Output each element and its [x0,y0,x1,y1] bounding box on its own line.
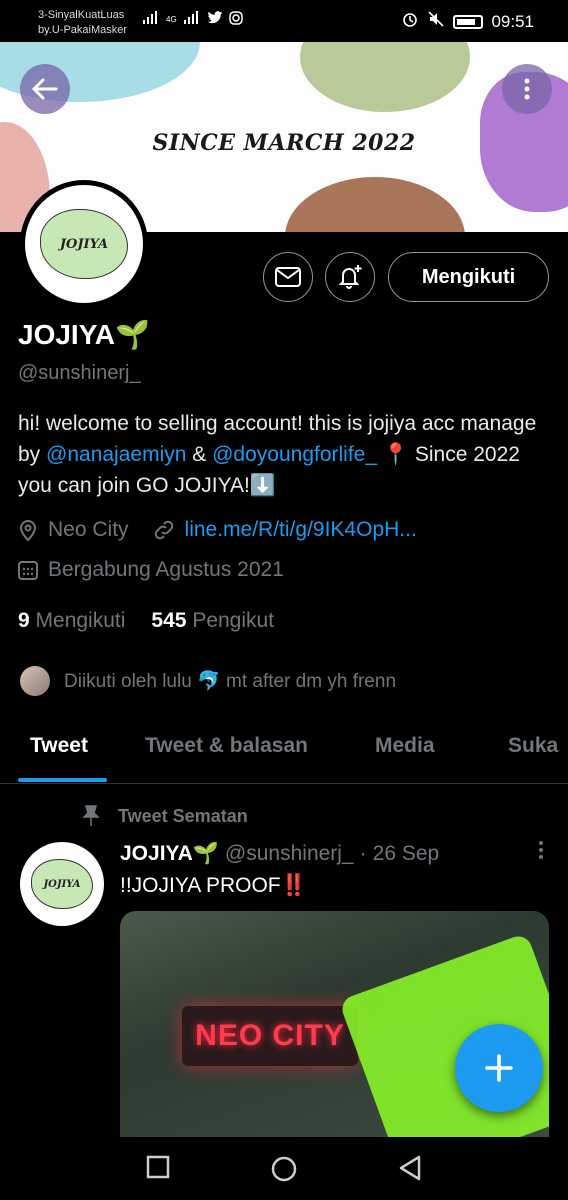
back-nav-button[interactable] [398,1155,422,1186]
pinned-label-row: Tweet Sematan [82,805,248,827]
calendar-icon [18,561,38,580]
following-button[interactable]: Mengikuti [388,252,549,302]
battery-icon [453,14,484,29]
neon-sign-text: NEO CITY [195,1019,345,1052]
followers-count: 545 [151,609,187,632]
tweet-author-name[interactable]: JOJIYA🌱 [120,842,219,866]
recent-apps-button[interactable] [146,1155,170,1184]
signal-icon [142,11,160,28]
tweet-text: !!JOJIYA PROOF‼️ [120,874,307,897]
square-icon [146,1155,170,1179]
back-button[interactable] [20,64,70,114]
profile-tabs: Tweet Tweet & balasan Media Suka [0,720,568,784]
status-right: 09:51 [401,10,534,33]
carrier-line-2: by.U-PakaiMasker [38,24,128,36]
tweet-author-handle: @sunshinerj_ [224,842,354,865]
banner-title: SINCE MARCH 2022 [152,130,416,156]
mute-icon [427,10,445,33]
followers-stat[interactable]: 545 Pengikut [151,609,274,633]
followed-by-row[interactable]: Diikuti oleh lulu 🐬 mt after dm yh frenn [20,666,396,696]
banner-blob-green [300,42,470,112]
envelope-icon [275,267,301,287]
neon-sign-image: NEO CITY [182,1006,358,1066]
pinned-label: Tweet Sematan [118,805,248,826]
following-label: Mengikuti [35,609,126,632]
followed-by-text: Diikuti oleh lulu 🐬 mt after dm yh frenn [64,671,397,692]
tab-tweet-replies[interactable]: Tweet & balasan [145,734,308,758]
tweet-avatar-logo-text: JOJIYA [43,878,81,890]
signal-icon-2 [183,11,201,28]
active-tab-indicator [18,778,107,782]
status-bar: 3-SinyalKuatLuas by.U-PakaiMasker 4G 09:… [0,0,568,42]
home-button[interactable] [270,1155,298,1188]
profile-meta: Neo City line.me/R/ti/g/9IK4OpH... [18,518,417,542]
following-stat[interactable]: 9 Mengikuti [18,609,125,633]
carrier-label: 3-SinyalKuatLuas by.U-PakaiMasker [38,8,127,38]
profile-bio: hi! welcome to selling account! this is … [18,408,553,501]
clock: 09:51 [491,11,534,31]
bell-plus-icon [338,265,362,289]
tab-media[interactable]: Media [375,734,435,758]
plus-icon [485,1054,513,1082]
tweet-separator: · [359,842,367,865]
link-icon [154,520,173,540]
follow-stats: 9 Mengikuti 545 Pengikut [18,609,274,633]
alarm-icon [401,10,419,33]
banner-blob-brown [285,177,465,232]
user-handle: @sunshinerj_ [18,362,141,384]
tab-tweet[interactable]: Tweet [30,734,88,758]
more-vertical-icon [539,841,543,859]
twitter-bird-icon [207,11,223,28]
profile-avatar[interactable]: JOJIYA [20,180,148,308]
tweet-date[interactable]: 26 Sep [373,842,440,866]
more-vertical-icon [524,78,530,100]
following-count: 9 [18,609,30,632]
instagram-icon [228,11,243,28]
carrier-line-1: 3-SinyalKuatLuas [38,9,125,21]
location-pin-icon [19,520,37,541]
network-label: 4G [166,15,177,24]
avatar-logo-text: JOJIYA [59,236,109,252]
circle-icon [271,1156,297,1182]
bio-text-2: & [186,443,213,466]
status-left-icons: 4G [142,11,243,28]
system-nav-bar [0,1137,568,1200]
compose-tweet-button[interactable] [455,1024,543,1112]
seedling-emoji: 🌱 [115,319,150,350]
tab-likes[interactable]: Suka [508,734,558,758]
profile-url-link[interactable]: line.me/R/ti/g/9IK4OpH... [185,518,417,542]
more-options-button[interactable] [502,64,552,114]
message-button[interactable] [263,252,313,302]
joined-row: Bergabung Agustus 2021 [18,558,284,582]
pin-icon [82,805,100,826]
tweet-author-avatar[interactable]: JOJIYA [20,842,104,926]
joined-text: Bergabung Agustus 2021 [48,558,284,581]
display-name: JOJIYA🌱 [18,318,150,351]
tweet-more-button[interactable] [538,840,544,866]
location-text: Neo City [48,518,129,541]
followers-label: Pengikut [192,609,275,632]
display-name-text: JOJIYA [18,319,116,350]
bio-mention-link[interactable]: @nanajaemiyn [46,443,186,466]
arrow-left-icon [32,78,58,100]
bio-mention-link[interactable]: @doyoungforlife_ [212,443,377,466]
triangle-back-icon [399,1155,421,1181]
tweet-header: JOJIYA🌱 @sunshinerj_ · 26 Sep [120,842,439,866]
notify-button[interactable] [325,252,375,302]
avatar [20,666,50,696]
